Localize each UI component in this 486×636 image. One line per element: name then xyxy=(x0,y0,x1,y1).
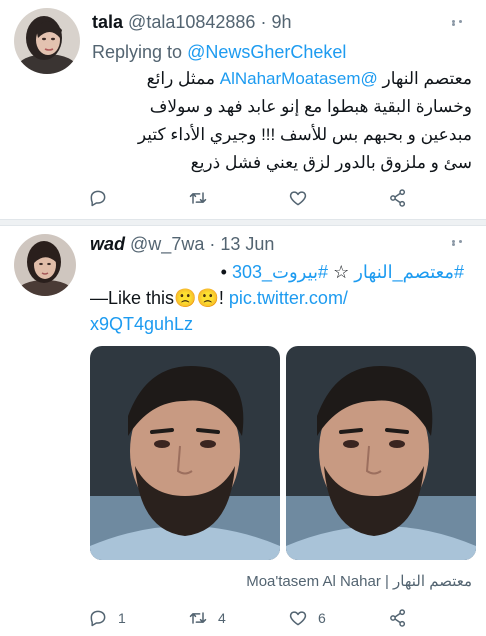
media-image-right[interactable] xyxy=(286,346,476,560)
tweet-text: —Like this xyxy=(90,288,175,308)
reply-icon xyxy=(90,610,106,627)
media-caption: Moa'tasem Al Nahar | معتصم النهار xyxy=(246,573,472,590)
tweet-header: tala @tala10842886 · 9h xyxy=(92,12,292,33)
tweet-header: wad @w_7wa · 13 Jun xyxy=(90,234,274,255)
bullet-glyph: • xyxy=(220,262,227,282)
tweet-text-line-4: سئ و ملزوق بالدور لزق يعني فشل ذريع xyxy=(190,153,472,172)
reply-button[interactable] xyxy=(88,186,108,210)
pic-link[interactable]: pic.twitter.com/ xyxy=(229,288,348,308)
share-icon xyxy=(390,189,406,207)
reply-button[interactable]: 1 xyxy=(88,606,126,630)
timestamp[interactable]: 9h xyxy=(271,12,291,32)
like-button[interactable] xyxy=(288,186,308,210)
separator-dot: · xyxy=(260,12,267,32)
tweet-text-line-1: معتصم النهار @AlNaharMoatasem ممثل رائع xyxy=(147,66,472,91)
mention-link[interactable]: @AlNaharMoatasem xyxy=(220,69,378,88)
heart-icon xyxy=(289,191,307,206)
avatar[interactable] xyxy=(14,8,80,74)
tweet-text-line: —Like this🙁🙁! pic.twitter.com/ xyxy=(90,288,348,309)
retweet-button[interactable]: 4 xyxy=(188,606,226,630)
exclaim-text: ! xyxy=(218,288,224,308)
replying-to-label: Replying to xyxy=(92,42,183,62)
hashtag-link[interactable]: #بيروت_303 xyxy=(232,262,328,282)
replying-to: Replying to @NewsGherChekel xyxy=(92,42,346,63)
pic-link-continued[interactable]: x9QT4guhLz xyxy=(90,314,193,335)
tweet-1[interactable]: tala @tala10842886 · 9h Replying to @New… xyxy=(0,0,486,220)
retweet-icon xyxy=(189,192,207,204)
tweet-text-line-2: وخسارة البقية هبطوا مع إنو عابد فهد و سو… xyxy=(149,97,472,116)
tweet-divider xyxy=(0,219,486,226)
share-button[interactable] xyxy=(388,186,408,210)
share-icon xyxy=(390,609,406,627)
display-name[interactable]: wad xyxy=(90,234,125,254)
more-options-icon[interactable] xyxy=(452,240,472,246)
tweet-text-line-3: مبدعين و بحبهم بس للأسف !!! وجيري الأداء… xyxy=(137,125,472,144)
separator-dot: · xyxy=(209,234,216,254)
like-count: 6 xyxy=(318,610,326,626)
tweet-text-start: معتصم النهار xyxy=(382,69,472,88)
tweet-text-end: ممثل رائع xyxy=(146,69,215,88)
media-image-left[interactable] xyxy=(90,346,280,560)
display-name[interactable]: tala xyxy=(92,12,123,32)
star-glyph: ☆ xyxy=(333,262,350,282)
user-handle[interactable]: @tala10842886 xyxy=(128,12,255,32)
tweet-2[interactable]: wad @w_7wa · 13 Jun #معتصم_النهار ☆ #بير… xyxy=(0,226,486,636)
like-button[interactable]: 6 xyxy=(288,606,326,630)
user-handle[interactable]: @w_7wa xyxy=(130,234,204,254)
hashtag-line: #معتصم_النهار ☆ #بيروت_303 • xyxy=(90,262,464,283)
timestamp[interactable]: 13 Jun xyxy=(220,234,274,254)
replying-to-handle[interactable]: @NewsGherChekel xyxy=(187,42,346,62)
reply-icon xyxy=(90,190,106,207)
retweet-icon xyxy=(189,612,207,624)
reply-count: 1 xyxy=(118,610,126,626)
avatar[interactable] xyxy=(14,234,76,296)
retweet-button[interactable] xyxy=(188,186,208,210)
heart-icon xyxy=(289,611,307,626)
frown-emoji-icon: 🙁🙁 xyxy=(174,288,219,308)
share-button[interactable] xyxy=(388,606,408,630)
tweet-actions xyxy=(88,186,418,210)
hashtag-link[interactable]: #معتصم_النهار xyxy=(354,262,464,282)
retweet-count: 4 xyxy=(218,610,226,626)
more-options-icon[interactable] xyxy=(452,20,472,26)
tweet-actions: 1 4 6 xyxy=(88,606,418,630)
